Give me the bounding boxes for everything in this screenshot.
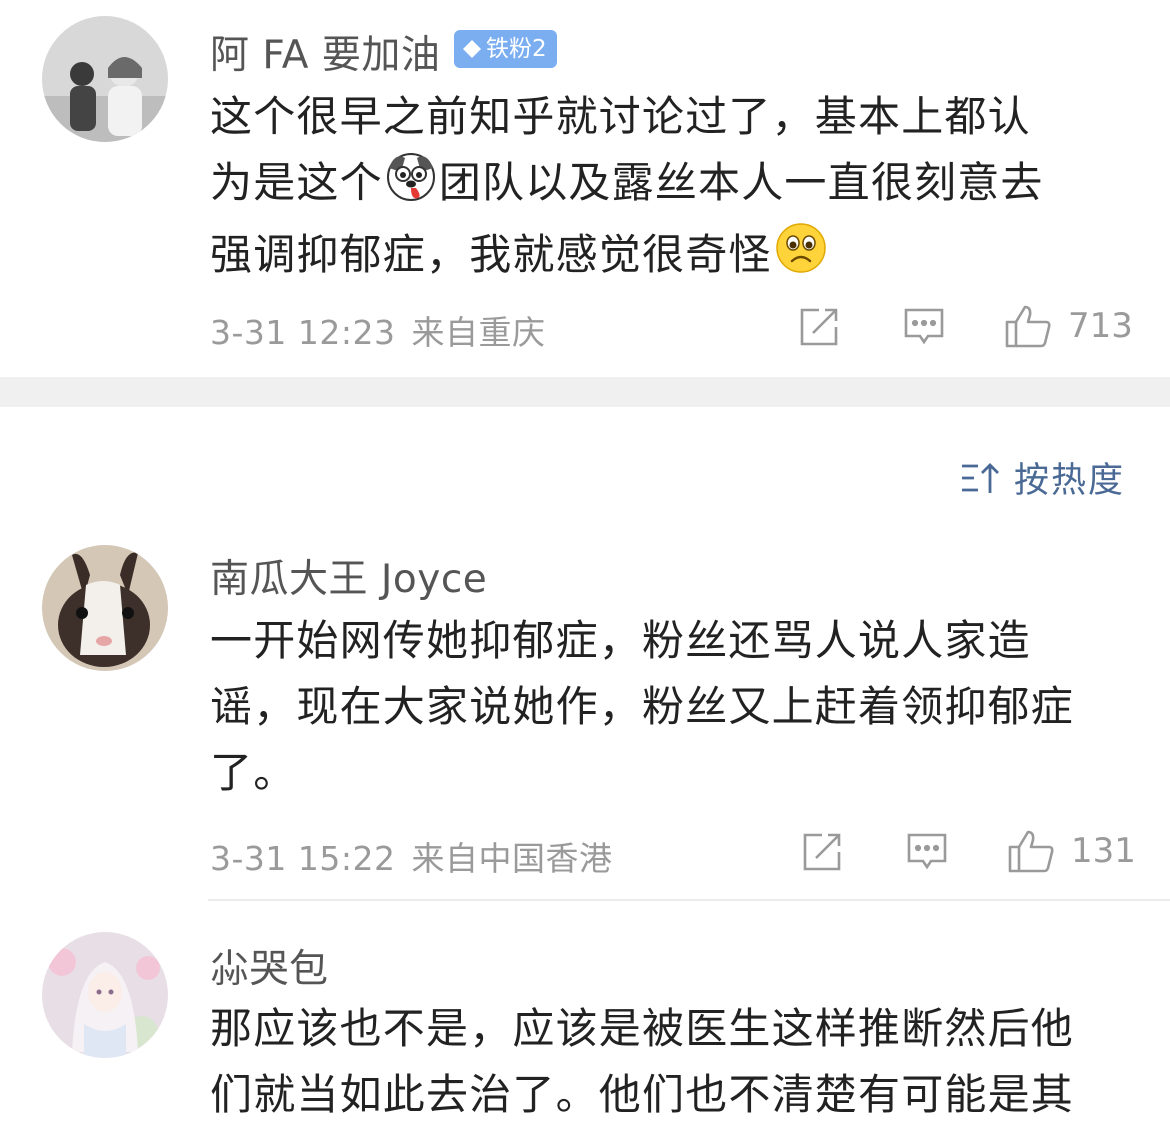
comment-line: 了。 [210, 748, 297, 797]
timestamp: 3-31 12:23 [210, 313, 396, 352]
comment-line-part: 团队以及露丝本人一直很刻意去 [438, 158, 1044, 207]
comment-text: 这个很早之前知乎就讨论过了，基本上都认 为是这个 团队以及露丝本人一直很刻意去 强… [210, 84, 1140, 294]
avatar[interactable] [42, 16, 168, 142]
username[interactable]: 南瓜大王 Joyce [210, 548, 487, 604]
share-icon[interactable] [797, 305, 841, 349]
avatar[interactable] [42, 545, 168, 671]
timestamp: 3-31 15:22 [210, 839, 396, 878]
thumbs-up-icon[interactable] [1007, 828, 1055, 874]
fan-badge-label: 铁粉2 [486, 36, 547, 62]
avatar[interactable] [42, 932, 168, 1058]
comment-line: 谣，现在大家说她作，粉丝又上赶着领抑郁症 [210, 682, 1075, 731]
location: 来自中国香港 [411, 839, 613, 878]
like-count: 131 [1071, 831, 1136, 871]
username[interactable]: 阿 FA 要加油 [210, 24, 440, 80]
comment-line: 为是这个 团队以及露丝本人一直很刻意去 [210, 150, 1140, 221]
sort-icon [961, 462, 999, 493]
sort-toggle[interactable]: 按热度 [960, 452, 1125, 503]
comment-divider [208, 899, 1170, 901]
comment-text: 那应该也不是，应该是被医生这样推断然后他 们就当如此去治了。他们也不清楚有可能是… [210, 996, 1140, 1128]
dog-emoji-icon [385, 150, 437, 221]
comment-icon[interactable] [902, 305, 946, 349]
comment-meta: 3-31 12:23 来自重庆 [210, 306, 546, 354]
username[interactable]: 尛哭包 [210, 938, 329, 994]
diamond-icon [463, 40, 481, 58]
comment-item: 尛哭包 那应该也不是，应该是被医生这样推断然后他 们就当如此去治了。他们也不清楚… [0, 902, 1170, 1141]
comment-text: 一开始网传她抑郁症，粉丝还骂人说人家造 谣，现在大家说她作，粉丝又上赶着领抑郁症… [210, 608, 1140, 806]
sad-face-icon [774, 221, 828, 294]
comment-meta: 3-31 15:22 来自中国香港 [210, 832, 613, 880]
comment-line: 们就当如此去治了。他们也不清楚有可能是其 [210, 1070, 1075, 1119]
sort-label: 按热度 [1013, 461, 1125, 501]
comment-icon[interactable] [905, 830, 949, 874]
comment-line: 一开始网传她抑郁症，粉丝还骂人说人家造 [210, 616, 1031, 665]
comment-line: 强调抑郁症，我就感觉很奇怪 [210, 221, 1140, 294]
section-divider [0, 377, 1170, 407]
thumbs-up-icon[interactable] [1004, 303, 1052, 349]
fan-badge[interactable]: 铁粉2 [454, 30, 557, 68]
comment-item: 南瓜大王 Joyce 一开始网传她抑郁症，粉丝还骂人说人家造 谣，现在大家说她作… [0, 540, 1170, 900]
comment-line-part: 强调抑郁症，我就感觉很奇怪 [210, 230, 772, 279]
like-count: 713 [1068, 306, 1133, 346]
comment-line: 那应该也不是，应该是被医生这样推断然后他 [210, 1004, 1075, 1053]
comment-item: 阿 FA 要加油 铁粉2 这个很早之前知乎就讨论过了，基本上都认 为是这个 团队以… [0, 0, 1170, 377]
location: 来自重庆 [411, 313, 546, 352]
comment-line: 这个很早之前知乎就讨论过了，基本上都认 [210, 92, 1031, 141]
share-icon[interactable] [800, 830, 844, 874]
comment-line-part: 为是这个 [210, 158, 383, 207]
